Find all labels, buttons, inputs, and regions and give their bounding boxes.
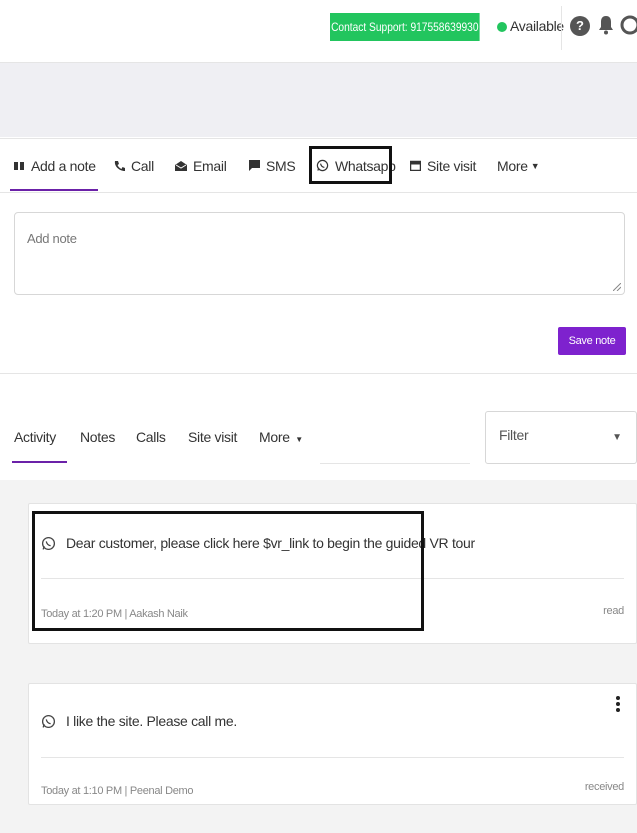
tab-email[interactable]: Email <box>175 139 227 192</box>
activity-item[interactable]: I like the site. Please call me. Today a… <box>28 683 637 805</box>
whatsapp-icon <box>41 714 56 728</box>
divider <box>320 463 470 464</box>
tab-add-note[interactable]: Add a note <box>14 139 96 192</box>
filter-label: Filter <box>499 427 529 443</box>
caret-down-icon: ▼ <box>530 160 540 171</box>
tab-label: SMS <box>266 157 296 174</box>
tab-label: More <box>259 429 290 445</box>
tab-site-visit-activity[interactable]: Site visit <box>188 429 237 445</box>
quote-icon <box>14 161 24 170</box>
divider <box>561 6 562 50</box>
available-status-dot <box>497 22 507 32</box>
activity-meta: Today at 1:10 PM | Peenal Demo <box>41 785 194 797</box>
contact-support-button[interactable]: Contact Support: 917558639930 <box>330 13 480 41</box>
divider <box>0 373 637 374</box>
tab-activity[interactable]: Activity <box>14 429 56 445</box>
tab-label: Site visit <box>427 157 477 174</box>
tab-calls[interactable]: Calls <box>136 429 166 445</box>
tab-label: More <box>497 157 528 174</box>
availability-toggle[interactable]: Available <box>510 18 564 34</box>
tab-more-activity[interactable]: More ▼ <box>259 429 303 445</box>
divider <box>41 757 624 758</box>
tab-notes[interactable]: Notes <box>80 429 115 445</box>
tab-call[interactable]: Call <box>114 139 154 192</box>
resize-handle-icon[interactable] <box>613 283 621 291</box>
envelope-icon <box>175 161 187 171</box>
status-label: received <box>584 781 624 793</box>
phone-icon <box>114 161 125 171</box>
chevron-down-icon: ▼ <box>612 432 622 443</box>
header-band <box>0 62 637 137</box>
chat-bubble-icon <box>249 160 260 171</box>
kebab-menu-icon[interactable] <box>616 696 620 714</box>
note-textarea[interactable]: Add note <box>14 212 625 295</box>
filter-select[interactable]: Filter ▼ <box>485 411 637 464</box>
active-tab-indicator <box>10 189 98 191</box>
tab-label: Call <box>131 157 154 174</box>
status-label: read <box>603 605 624 617</box>
active-tab-indicator <box>12 461 67 463</box>
user-icon[interactable] <box>620 13 637 37</box>
tab-sms[interactable]: SMS <box>249 139 296 192</box>
activity-message: I like the site. Please call me. <box>41 713 237 729</box>
calendar-icon <box>410 160 421 171</box>
tab-label: Add a note <box>31 157 96 174</box>
tab-label: Email <box>193 157 227 174</box>
tab-more[interactable]: More ▼ <box>497 139 540 192</box>
tab-site-visit[interactable]: Site visit <box>410 139 476 192</box>
help-icon[interactable]: ? <box>570 16 590 36</box>
bell-icon[interactable] <box>597 14 615 36</box>
save-note-button[interactable]: Save note <box>558 327 626 355</box>
note-placeholder: Add note <box>27 231 77 246</box>
top-bar: Contact Support: 917558639930 Available … <box>0 0 637 60</box>
caret-down-icon: ▼ <box>295 435 303 444</box>
highlight-box <box>309 146 392 184</box>
highlight-box <box>32 511 424 631</box>
message-text: I like the site. Please call me. <box>66 713 237 729</box>
